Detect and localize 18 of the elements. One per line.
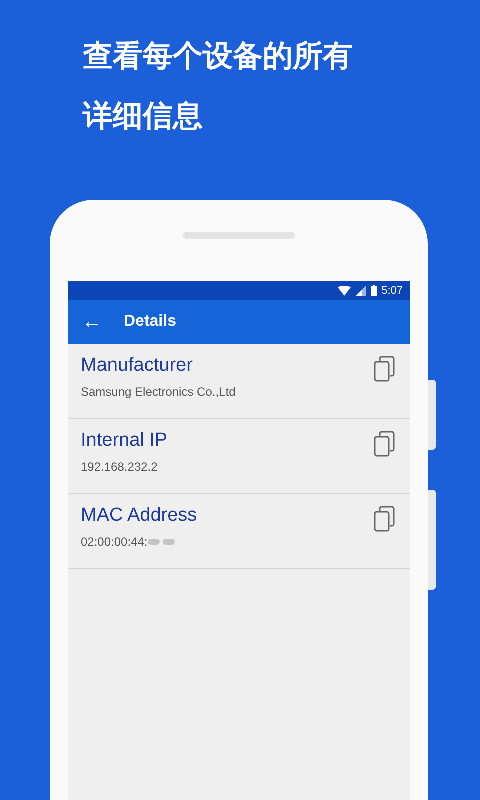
- detail-label: Manufacturer: [81, 355, 194, 377]
- signal-icon: [356, 286, 366, 296]
- copy-button[interactable]: [374, 356, 396, 382]
- detail-value: 192.168.232.2: [81, 460, 158, 474]
- screen-title: Details: [124, 313, 176, 331]
- detail-label: MAC Address: [81, 505, 198, 527]
- copy-button[interactable]: [374, 431, 396, 457]
- battery-icon: [370, 285, 377, 296]
- detail-label: Internal IP: [81, 430, 168, 452]
- detail-value: Samsung Electronics Co.,Ltd: [81, 385, 236, 399]
- copy-button[interactable]: [374, 506, 396, 532]
- detail-value: 02:00:00:44:: [81, 535, 148, 549]
- status-time: 5:07: [382, 284, 403, 296]
- blurred-text: [148, 537, 176, 547]
- headline: 查看每个设备的所有: [83, 38, 354, 76]
- headline: 详细信息: [83, 98, 204, 136]
- back-button[interactable]: ←: [82, 310, 102, 334]
- wifi-icon: [338, 286, 351, 296]
